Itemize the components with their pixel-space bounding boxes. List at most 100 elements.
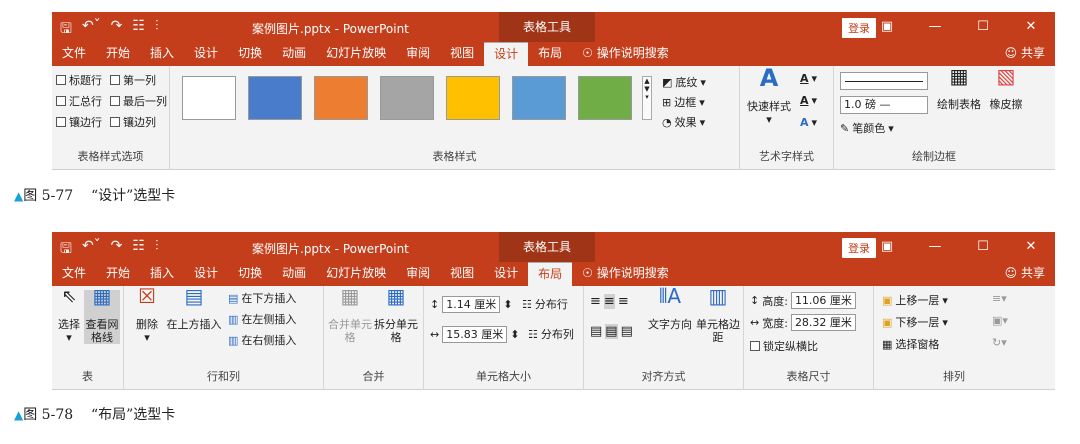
save-icon[interactable]: 🖫 bbox=[60, 238, 72, 262]
table-width-field[interactable]: ↔ 宽度: 28.32 厘米 bbox=[750, 314, 856, 331]
cell-width-field[interactable]: ↔ 15.83 厘米 ⬍ bbox=[430, 326, 519, 343]
align-left-icon[interactable]: ≡ bbox=[590, 294, 601, 309]
selection-pane-button[interactable]: ▦ 选择窗格 bbox=[882, 336, 939, 352]
tab-view[interactable]: 视图 bbox=[440, 262, 484, 286]
rotate-objects-icon[interactable]: ↻▾ bbox=[992, 336, 1007, 349]
share-button[interactable]: ☺ 共享 bbox=[1005, 44, 1045, 61]
group-objects-icon[interactable]: ▣▾ bbox=[992, 314, 1008, 327]
border-button[interactable]: ⊞ 边框 ▾ bbox=[662, 94, 705, 110]
tab-design-main[interactable]: 设计 bbox=[184, 42, 228, 66]
tab-table-layout[interactable]: 布局 bbox=[528, 262, 573, 286]
checkbox-header-row[interactable]: 标题行 bbox=[56, 72, 102, 88]
undo-icon[interactable]: ↶ˇ bbox=[82, 18, 101, 42]
style-swatch-6[interactable] bbox=[512, 76, 566, 120]
view-gridlines-button[interactable]: ▦ 查看网格线 bbox=[84, 286, 120, 344]
insert-left-button[interactable]: ▥ 在左侧插入 bbox=[228, 311, 296, 327]
close-icon[interactable]: ✕ bbox=[1007, 12, 1055, 42]
delete-button[interactable]: ☒ 删除 ▾ bbox=[130, 286, 164, 344]
maximize-icon[interactable]: ☐ bbox=[959, 12, 1007, 42]
undo-icon[interactable]: ↶ˇ bbox=[82, 238, 101, 262]
ribbon-display-icon[interactable]: ▣ bbox=[863, 12, 911, 42]
align-center-icon[interactable]: ≡ bbox=[603, 294, 615, 309]
tab-slideshow[interactable]: 幻灯片放映 bbox=[316, 42, 396, 66]
tab-table-design[interactable]: 设计 bbox=[484, 262, 528, 286]
shading-button[interactable]: ◩ 底纹 ▾ bbox=[662, 74, 706, 90]
merge-cells-button[interactable]: ▦ 合并单元格 bbox=[328, 286, 372, 344]
ribbon-display-icon[interactable]: ▣ bbox=[863, 232, 911, 262]
align-top-icon[interactable]: ▤ bbox=[590, 324, 602, 339]
draw-table-button[interactable]: ▦ 绘制表格 bbox=[934, 66, 984, 111]
tab-slideshow[interactable]: 幻灯片放映 bbox=[316, 262, 396, 286]
customize-qat-icon[interactable]: ⫶ bbox=[155, 18, 159, 42]
tab-animations[interactable]: 动画 bbox=[272, 42, 316, 66]
cell-height-field[interactable]: ↕ 1.14 厘米 ⬍ bbox=[430, 296, 512, 313]
share-button[interactable]: ☺ 共享 bbox=[1005, 264, 1045, 281]
insert-right-button[interactable]: ▥ 在右侧插入 bbox=[228, 332, 296, 348]
touch-mode-icon[interactable]: ☷ bbox=[132, 18, 145, 42]
save-icon[interactable]: 🖫 bbox=[60, 18, 72, 42]
tab-file[interactable]: 文件 bbox=[52, 42, 96, 66]
text-direction-button[interactable]: ⫴A 文字方向 bbox=[646, 286, 694, 331]
effect-button[interactable]: ◔ 效果 ▾ bbox=[662, 114, 705, 130]
tell-me-search[interactable]: ☉ 操作说明搜索 bbox=[582, 262, 669, 286]
minimize-icon[interactable]: — bbox=[911, 232, 959, 262]
tab-transitions[interactable]: 切换 bbox=[228, 262, 272, 286]
tab-design-main[interactable]: 设计 bbox=[184, 262, 228, 286]
pen-color-button[interactable]: ✎ 笔颜色 ▾ bbox=[840, 120, 894, 136]
style-swatch-2[interactable] bbox=[248, 76, 302, 120]
maximize-icon[interactable]: ☐ bbox=[959, 232, 1007, 262]
text-effects-icon[interactable]: A ▾ bbox=[800, 116, 817, 129]
style-swatch-4[interactable] bbox=[380, 76, 434, 120]
tab-table-design[interactable]: 设计 bbox=[484, 42, 529, 66]
customize-qat-icon[interactable]: ⫶ bbox=[155, 238, 159, 262]
eraser-button[interactable]: ▧ 橡皮擦 bbox=[984, 66, 1028, 111]
align-bottom-icon[interactable]: ▤ bbox=[621, 324, 633, 339]
send-backward-button[interactable]: ▣ 下移一层 ▾ bbox=[882, 314, 948, 330]
checkbox-first-column[interactable]: 第一列 bbox=[110, 72, 156, 88]
pen-weight-select[interactable]: 1.0 磅 — bbox=[840, 96, 928, 114]
align-vertical-buttons[interactable]: ▤ ▤ ▤ bbox=[590, 324, 633, 339]
tell-me-search[interactable]: ☉ 操作说明搜索 bbox=[582, 42, 669, 66]
tab-view[interactable]: 视图 bbox=[440, 42, 484, 66]
cell-margins-button[interactable]: ▥ 单元格边距 bbox=[696, 286, 740, 344]
align-horizontal-buttons[interactable]: ≡ ≡ ≡ bbox=[590, 294, 629, 309]
split-cells-button[interactable]: ▦ 拆分单元格 bbox=[374, 286, 418, 344]
align-middle-icon[interactable]: ▤ bbox=[605, 324, 618, 339]
tab-insert[interactable]: 插入 bbox=[140, 42, 184, 66]
style-swatch-1[interactable] bbox=[182, 76, 236, 120]
select-button[interactable]: ⇖ 选择 ▾ bbox=[54, 288, 84, 345]
align-objects-icon[interactable]: ≡▾ bbox=[992, 292, 1007, 305]
pen-style-select[interactable] bbox=[840, 72, 928, 90]
quick-styles-button[interactable]: A 快速样式 ▾ bbox=[744, 66, 794, 126]
tab-file[interactable]: 文件 bbox=[52, 262, 96, 286]
tab-review[interactable]: 审阅 bbox=[396, 262, 440, 286]
gallery-scroll[interactable]: ▲ ▼ ▾ bbox=[642, 76, 652, 120]
tab-home[interactable]: 开始 bbox=[96, 42, 140, 66]
close-icon[interactable]: ✕ bbox=[1007, 232, 1055, 262]
tab-table-layout[interactable]: 布局 bbox=[528, 42, 572, 66]
tab-transitions[interactable]: 切换 bbox=[228, 42, 272, 66]
lock-aspect-checkbox[interactable]: 锁定纵横比 bbox=[750, 338, 818, 354]
redo-icon[interactable]: ↷ bbox=[111, 18, 123, 42]
redo-icon[interactable]: ↷ bbox=[111, 238, 123, 262]
tab-animations[interactable]: 动画 bbox=[272, 262, 316, 286]
touch-mode-icon[interactable]: ☷ bbox=[132, 238, 145, 262]
tab-review[interactable]: 审阅 bbox=[396, 42, 440, 66]
align-right-icon[interactable]: ≡ bbox=[618, 294, 629, 309]
text-outline-icon[interactable]: A ▾ bbox=[800, 94, 817, 107]
distribute-rows-button[interactable]: ☷ 分布行 bbox=[522, 296, 568, 312]
tab-insert[interactable]: 插入 bbox=[140, 262, 184, 286]
tab-home[interactable]: 开始 bbox=[96, 262, 140, 286]
checkbox-banded-columns[interactable]: 镶边列 bbox=[110, 114, 156, 130]
checkbox-banded-rows[interactable]: 镶边行 bbox=[56, 114, 102, 130]
style-swatch-5[interactable] bbox=[446, 76, 500, 120]
bring-forward-button[interactable]: ▣ 上移一层 ▾ bbox=[882, 292, 948, 308]
distribute-columns-button[interactable]: ☷ 分布列 bbox=[528, 326, 574, 342]
checkbox-last-column[interactable]: 最后一列 bbox=[110, 93, 167, 109]
insert-above-button[interactable]: ▤ 在上方插入 bbox=[166, 286, 222, 331]
insert-below-button[interactable]: ▤ 在下方插入 bbox=[228, 290, 296, 306]
style-swatch-3[interactable] bbox=[314, 76, 368, 120]
style-swatch-7[interactable] bbox=[578, 76, 632, 120]
minimize-icon[interactable]: — bbox=[911, 12, 959, 42]
text-fill-icon[interactable]: A ▾ bbox=[800, 72, 817, 85]
